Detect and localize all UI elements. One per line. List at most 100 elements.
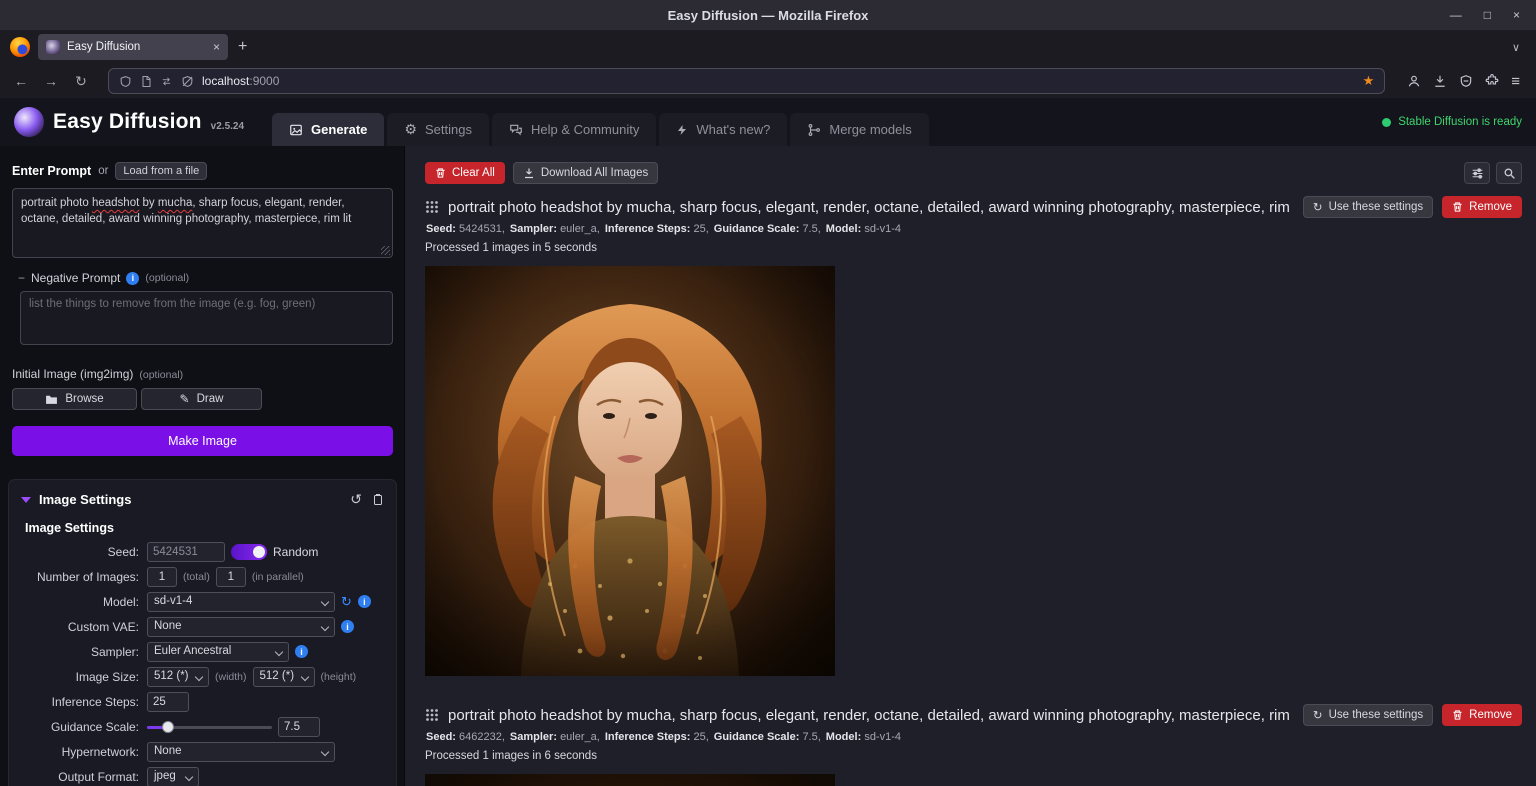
download-all-label: Download All Images	[541, 167, 648, 179]
vae-select[interactable]: None	[147, 617, 335, 637]
bookmark-star-icon[interactable]: ★	[1363, 73, 1375, 89]
width-hint: (width)	[215, 671, 247, 683]
negative-prompt-input[interactable]	[20, 291, 393, 345]
shield-icon[interactable]	[119, 75, 132, 88]
reload-button[interactable]: ↻	[68, 73, 94, 90]
remove-button[interactable]: Remove	[1442, 196, 1522, 218]
chat-bubbles-icon	[509, 123, 523, 137]
model-select[interactable]: sd-v1-4	[147, 592, 335, 612]
download-icon	[523, 167, 535, 179]
copy-settings-icon[interactable]	[372, 493, 384, 506]
sampler-select[interactable]: Euler Ancestral	[147, 642, 289, 662]
trash-icon	[1452, 201, 1463, 213]
easy-diffusion-logo-icon	[14, 107, 44, 137]
use-settings-button[interactable]: ↻ Use these settings	[1303, 704, 1433, 726]
back-button[interactable]: ←	[8, 73, 34, 89]
close-button[interactable]: ×	[1513, 9, 1520, 21]
seed-input[interactable]	[147, 542, 225, 562]
reload-models-icon[interactable]: ↻	[341, 594, 352, 610]
browser-nav-bar: ← → ↻ localhost:9000 ★ ≡	[0, 64, 1536, 98]
info-icon[interactable]	[295, 645, 308, 658]
maximize-button[interactable]: □	[1484, 9, 1491, 21]
firefox-logo-icon[interactable]	[10, 37, 30, 57]
height-hint: (height)	[321, 671, 357, 683]
guidance-scale-row: Guidance Scale:	[21, 714, 384, 739]
use-settings-button[interactable]: ↻ Use these settings	[1303, 196, 1433, 218]
or-label: or	[98, 165, 108, 177]
tab-generate-label: Generate	[311, 122, 367, 137]
drag-handle-icon[interactable]	[425, 708, 439, 722]
collapse-panel-icon[interactable]	[21, 497, 31, 503]
draw-button[interactable]: ✎ Draw	[141, 388, 262, 410]
window-title: Easy Diffusion — Mozilla Firefox	[0, 8, 1536, 23]
clear-all-button[interactable]: Clear All	[425, 162, 505, 184]
num-parallel-input[interactable]	[216, 567, 246, 587]
gear-icon: ⚙	[404, 121, 417, 138]
clear-all-label: Clear All	[452, 167, 495, 179]
inference-steps-row: Inference Steps:	[21, 689, 384, 714]
tab-generate[interactable]: Generate	[272, 113, 384, 146]
collapse-negative-icon[interactable]: −	[18, 271, 25, 285]
url-text[interactable]: localhost:9000	[202, 72, 1355, 90]
status-indicator: Stable Diffusion is ready	[1382, 98, 1522, 146]
download-all-button[interactable]: Download All Images	[513, 162, 658, 184]
menu-icon[interactable]: ≡	[1511, 73, 1520, 90]
new-tab-button[interactable]: +	[238, 38, 247, 56]
drag-handle-icon[interactable]	[425, 200, 439, 214]
info-icon[interactable]	[341, 620, 354, 633]
guidance-scale-input[interactable]	[278, 717, 320, 737]
tracking-protection-off-icon[interactable]	[181, 75, 194, 88]
info-icon[interactable]	[126, 272, 139, 285]
random-label: Random	[273, 545, 318, 559]
extensions-icon[interactable]	[1485, 74, 1499, 88]
tab-favicon-icon	[46, 40, 60, 54]
permissions-icon[interactable]	[160, 76, 173, 87]
result-group: portrait photo headshot by mucha, sharp …	[425, 196, 1522, 676]
forward-button[interactable]: →	[38, 73, 64, 89]
prompt-text: by	[139, 197, 158, 209]
random-seed-toggle[interactable]	[231, 544, 267, 560]
height-select[interactable]: 512 (*)	[253, 667, 315, 687]
make-image-button[interactable]: Make Image	[12, 426, 393, 456]
hypernetwork-label: Hypernetwork:	[21, 745, 139, 759]
app-header: Easy Diffusion v2.5.24 Generate ⚙ Settin…	[0, 98, 1536, 146]
load-from-file-button[interactable]: Load from a file	[115, 162, 207, 180]
downloads-icon[interactable]	[1433, 74, 1447, 88]
minimize-button[interactable]: —	[1450, 9, 1462, 21]
tab-title: Easy Diffusion	[67, 41, 206, 53]
use-settings-label: Use these settings	[1329, 709, 1424, 721]
tab-whats-new[interactable]: What's new?	[659, 113, 787, 146]
reset-settings-icon[interactable]: ↺	[350, 491, 362, 508]
guidance-scale-slider[interactable]	[147, 720, 272, 734]
result-image[interactable]	[425, 774, 835, 786]
account-icon[interactable]	[1407, 74, 1421, 88]
trash-icon	[1452, 709, 1463, 721]
result-prompt: portrait photo headshot by mucha, sharp …	[448, 707, 1294, 724]
tab-close-icon[interactable]: ×	[213, 40, 220, 54]
trash-icon	[435, 167, 446, 179]
browse-button[interactable]: Browse	[12, 388, 137, 410]
hypernetwork-select[interactable]: None	[147, 742, 335, 762]
list-tabs-icon[interactable]: ∨	[1512, 41, 1528, 54]
inference-steps-input[interactable]	[147, 692, 189, 712]
panel-title[interactable]: Image Settings	[39, 492, 342, 507]
page-info-icon[interactable]	[140, 75, 152, 88]
num-total-input[interactable]	[147, 567, 177, 587]
adblock-shield-icon[interactable]	[1459, 74, 1473, 88]
result-image[interactable]	[425, 266, 835, 676]
output-format-select[interactable]: jpeg	[147, 767, 199, 786]
zoom-button[interactable]	[1496, 162, 1522, 184]
info-icon[interactable]	[358, 595, 371, 608]
filter-settings-button[interactable]	[1464, 162, 1490, 184]
tab-settings[interactable]: ⚙ Settings	[387, 113, 489, 146]
browser-tab[interactable]: Easy Diffusion ×	[38, 34, 228, 60]
parallel-hint: (in parallel)	[252, 571, 304, 583]
tab-help-community[interactable]: Help & Community	[492, 113, 656, 146]
tab-merge-models[interactable]: Merge models	[790, 113, 928, 146]
result-group: portrait photo headshot by mucha, sharp …	[425, 704, 1522, 786]
url-bar[interactable]: localhost:9000 ★	[108, 68, 1385, 94]
prompt-input[interactable]: portrait photo headshot by mucha, sharp …	[12, 188, 393, 258]
width-select[interactable]: 512 (*)	[147, 667, 209, 687]
remove-button[interactable]: Remove	[1442, 704, 1522, 726]
remove-label: Remove	[1469, 709, 1512, 721]
